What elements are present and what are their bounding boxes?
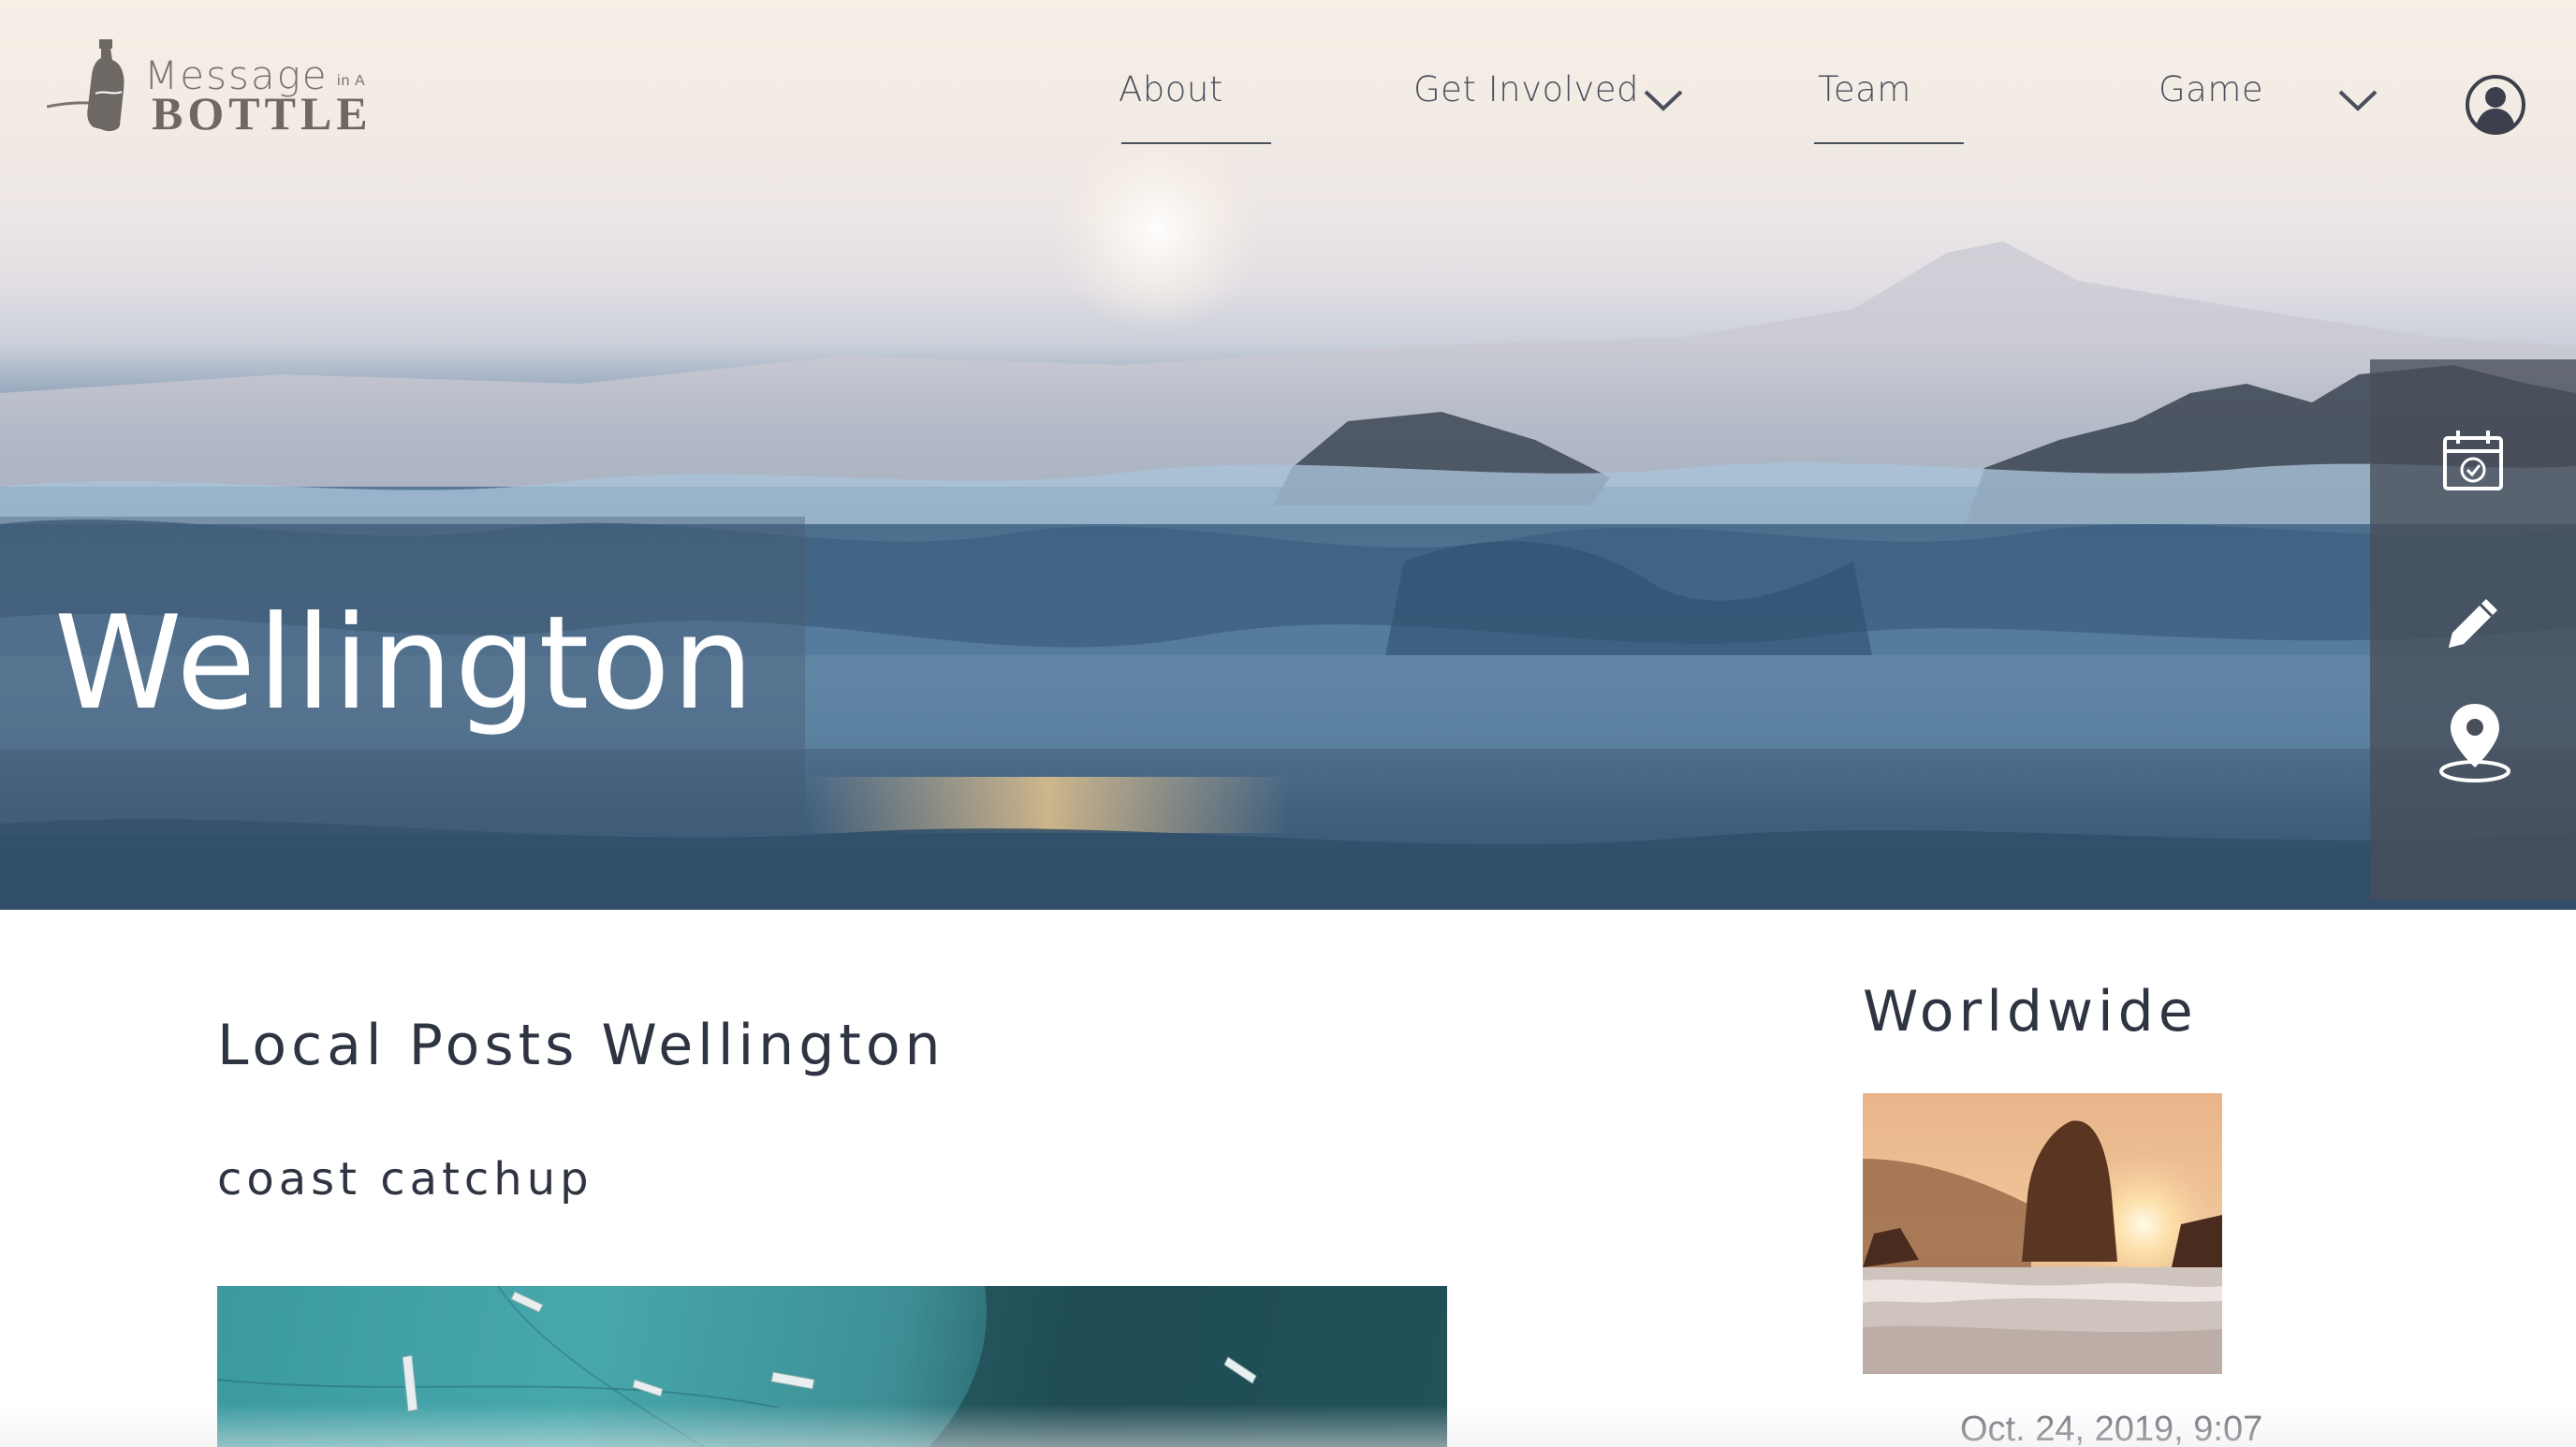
nav-get-involved[interactable]: Get Involved xyxy=(1413,69,1639,110)
side-tool-rail xyxy=(2370,359,2576,900)
worldwide-heading: Worldwide xyxy=(1863,979,2198,1045)
hero-banner: Wellington xyxy=(0,0,2576,910)
pencil-icon[interactable] xyxy=(2437,588,2509,664)
post-thumbnail-image[interactable] xyxy=(217,1286,1447,1447)
worldwide-post-date: Oct. 24, 2019, 9:07 xyxy=(1960,1410,2263,1447)
nav-about-underline xyxy=(1121,142,1271,144)
nav-team-underline xyxy=(1814,142,1964,144)
nav-about[interactable]: About xyxy=(1119,69,1223,110)
local-posts-heading: Local Posts Wellington xyxy=(217,1013,945,1078)
user-circle-icon[interactable] xyxy=(2464,73,2527,137)
bottle-logo-icon xyxy=(47,39,124,132)
nav-team[interactable]: Team xyxy=(1818,69,1911,110)
nav-game[interactable]: Game xyxy=(2159,69,2263,110)
calendar-check-icon[interactable] xyxy=(2437,429,2509,499)
worldwide-post-image[interactable] xyxy=(1863,1093,2222,1374)
chevron-down-icon[interactable] xyxy=(2336,86,2379,114)
chevron-down-icon[interactable] xyxy=(1642,86,1685,114)
map-pin-icon[interactable] xyxy=(2437,700,2512,789)
post-title-link[interactable]: coast catchup xyxy=(217,1153,593,1206)
logo-text-bottle: BOTTLE xyxy=(152,87,373,139)
site-logo[interactable]: Message in A BOTTLE xyxy=(47,37,384,140)
page-title: Wellington xyxy=(54,588,756,738)
